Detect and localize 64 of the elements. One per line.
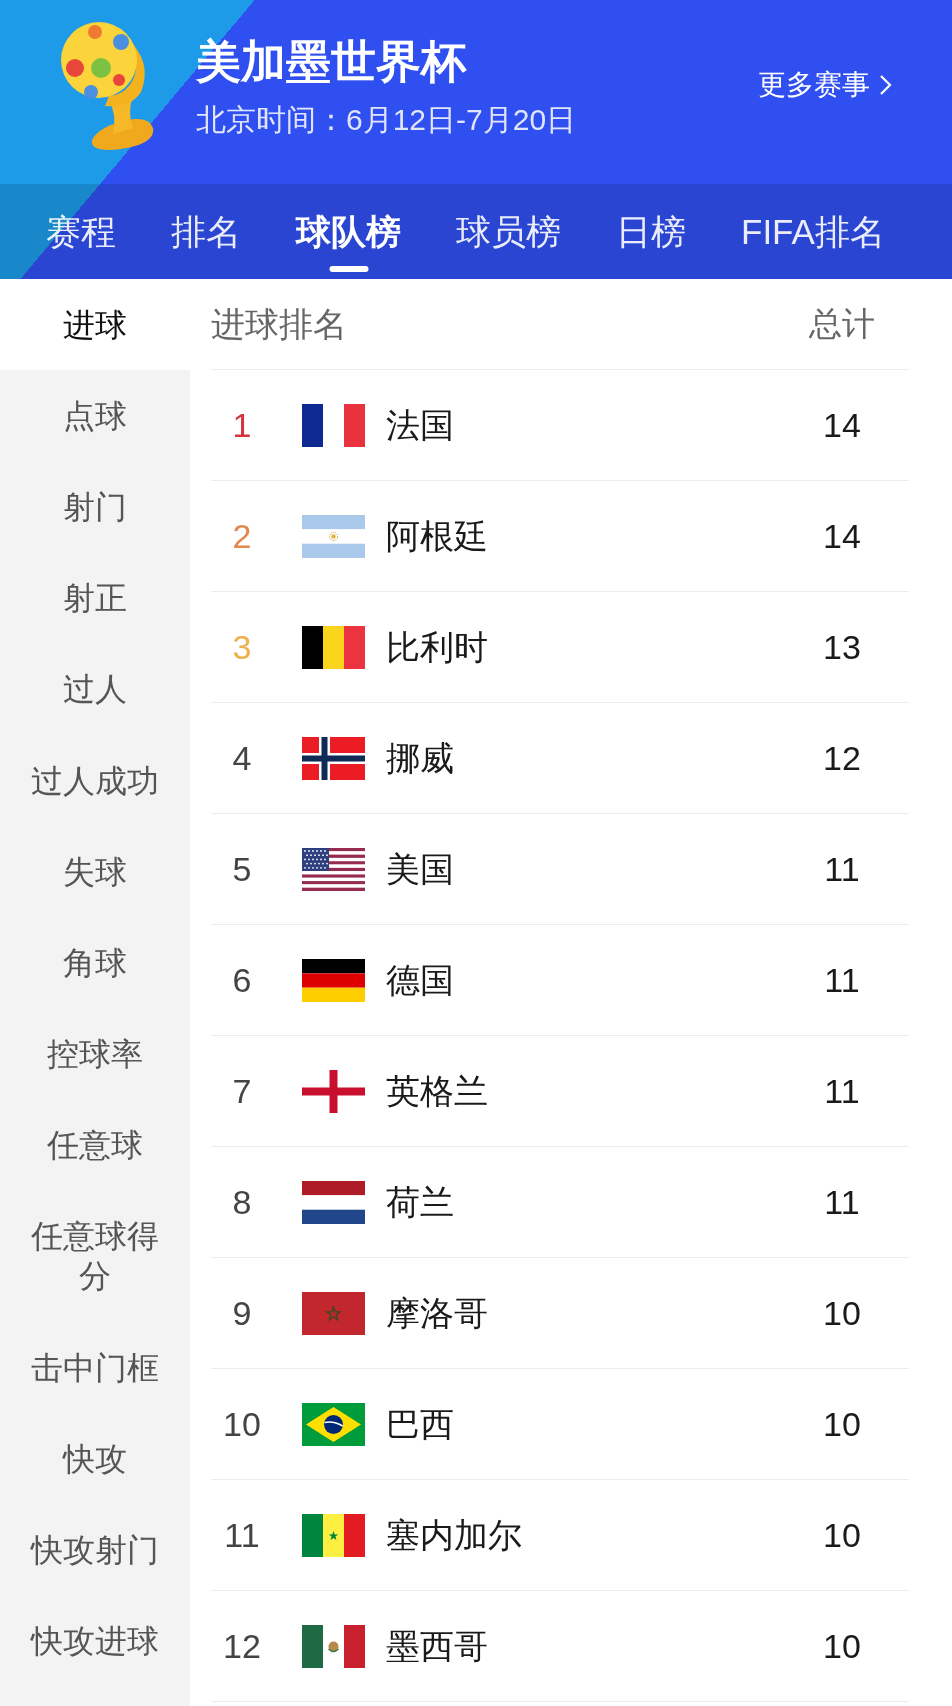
goal-total: 10 [822, 1293, 862, 1333]
rank-number: 6 [231, 960, 253, 1000]
sidebar-item[interactable]: 角球 [0, 917, 190, 1009]
tab[interactable]: 排名 [171, 184, 241, 279]
goal-total: 11 [823, 1071, 861, 1111]
goal-total: 11 [823, 1182, 861, 1222]
sidebar-item[interactable]: 射正 [0, 552, 190, 644]
sidebar-item[interactable]: 快攻射门 [0, 1504, 190, 1596]
team-name: 德国 [386, 960, 454, 1000]
sidebar-item[interactable]: 过人成功 [0, 734, 190, 827]
tab[interactable]: 球员榜 [456, 184, 561, 279]
rank-number: 8 [231, 1182, 253, 1222]
sidebar-item[interactable]: 失球 [0, 826, 190, 918]
rank-number: 3 [231, 627, 253, 667]
sidebar-item[interactable]: 过人 [0, 643, 190, 735]
date-range-subtitle: 北京时间：6月12日-7月20日 [196, 102, 577, 138]
goal-total: 11 [823, 960, 861, 1000]
goal-total: 12 [822, 738, 862, 778]
rank-number: 11 [223, 1515, 261, 1555]
chevron-right-icon [879, 74, 892, 96]
team-name: 墨西哥 [386, 1626, 488, 1666]
tab[interactable]: 日榜 [616, 184, 686, 279]
team-name: 法国 [386, 405, 454, 445]
team-name: 阿根廷 [386, 516, 488, 556]
team-name: 摩洛哥 [386, 1293, 488, 1333]
team-name: 美国 [386, 849, 454, 889]
sidebar-item[interactable]: 任意球 [0, 1099, 190, 1191]
goal-total: 11 [823, 849, 861, 889]
team-name: 巴西 [386, 1404, 454, 1444]
team-name: 英格兰 [386, 1071, 488, 1111]
team-name: 塞内加尔 [386, 1515, 522, 1555]
sidebar-item[interactable]: 控球率 [0, 1008, 190, 1100]
rank-number: 4 [231, 738, 253, 778]
team-name: 荷兰 [386, 1182, 454, 1222]
rank-number: 5 [231, 849, 253, 889]
tab[interactable]: 赛程 [46, 184, 116, 279]
team-name: 挪威 [386, 738, 454, 778]
goal-total: 10 [822, 1515, 862, 1555]
sidebar-item[interactable]: 快攻 [0, 1413, 190, 1505]
page-title: 美加墨世界杯 [196, 36, 468, 88]
rank-number: 7 [231, 1071, 253, 1111]
rank-number: 12 [222, 1626, 262, 1666]
column-header: 进球排名 [211, 304, 347, 344]
column-header: 总计 [808, 304, 876, 344]
sidebar-item[interactable]: 任意球得分 [0, 1190, 190, 1323]
tab[interactable]: FIFA排名 [741, 184, 885, 279]
active-tab-indicator [329, 266, 368, 272]
team-name: 比利时 [386, 627, 488, 667]
tab[interactable]: 球队榜 [296, 184, 401, 279]
goal-total: 10 [822, 1404, 862, 1444]
sidebar-item[interactable]: 点球 [0, 370, 190, 462]
sidebar-item[interactable]: 射门 [0, 461, 190, 553]
goal-total: 10 [822, 1626, 862, 1666]
rank-number: 1 [231, 405, 253, 445]
sidebar-item[interactable]: 快攻进球 [0, 1595, 190, 1687]
goal-total: 14 [822, 405, 862, 445]
goal-total: 13 [822, 627, 862, 667]
sidebar-item[interactable]: 进球 [0, 279, 190, 371]
more-events-link[interactable]: 更多赛事 [758, 68, 892, 102]
goal-total: 14 [822, 516, 862, 556]
rank-number: 2 [231, 516, 253, 556]
sidebar-item[interactable]: 击中门框 [0, 1322, 190, 1414]
rank-number: 10 [222, 1404, 262, 1444]
rank-number: 9 [231, 1293, 253, 1333]
